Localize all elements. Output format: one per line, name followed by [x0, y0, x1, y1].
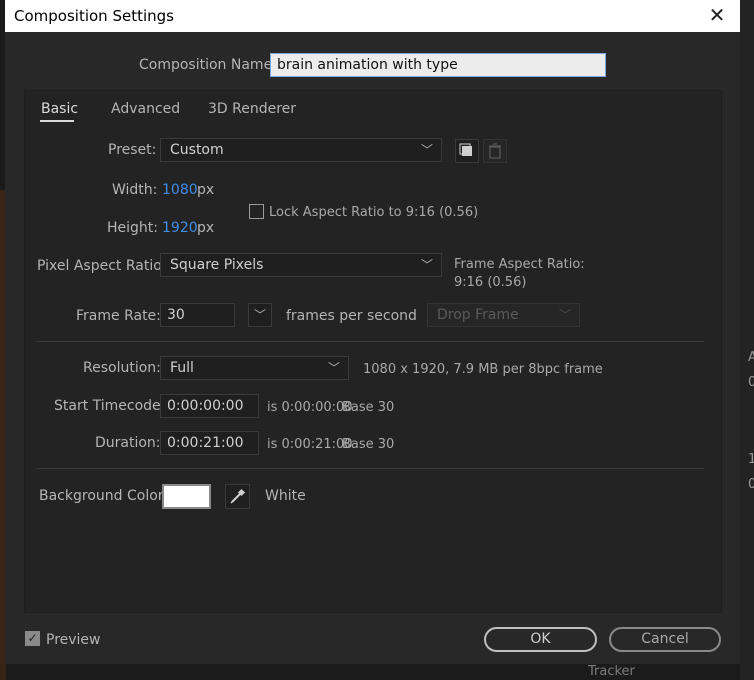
duration-label: Duration: [95, 435, 161, 451]
height-label: Height: [107, 220, 158, 236]
chevron-down-icon: ﹀ [253, 308, 266, 322]
resolution-info: 1080 x 1920, 7.9 MB per 8bpc frame [363, 362, 603, 377]
drop-frame-value: Drop Frame [437, 307, 519, 323]
background-app-label: 0 [748, 477, 754, 492]
preset-dropdown[interactable]: Custom ﹀ [160, 138, 442, 162]
composition-name-input[interactable]: brain animation with type [270, 53, 606, 77]
pixel-aspect-value: Square Pixels [170, 257, 264, 273]
chevron-down-icon: ﹀ [420, 258, 433, 272]
frame-rate-presets-button[interactable]: ﹀ [248, 303, 272, 327]
background-app-label: 0 [748, 375, 754, 390]
width-value[interactable]: 1080 [162, 182, 198, 198]
width-unit: px [197, 182, 215, 198]
frame-rate-input[interactable]: 30 [160, 303, 235, 327]
background-color-name: White [265, 488, 306, 504]
preview-checkbox[interactable]: ✓ [25, 631, 40, 646]
tab-3d-renderer[interactable]: 3D Renderer [208, 101, 296, 117]
frame-aspect-label: Frame Aspect Ratio: [454, 257, 585, 272]
pixel-aspect-dropdown[interactable]: Square Pixels ﹀ [160, 253, 442, 277]
chevron-down-icon: ﹀ [558, 308, 571, 322]
ok-button[interactable]: OK [484, 627, 597, 652]
active-tab-indicator [40, 120, 74, 122]
delete-preset-button[interactable] [483, 139, 507, 163]
width-label: Width: [112, 182, 158, 198]
duration-input[interactable]: 0:00:21:00 [160, 431, 259, 455]
background-tracker-label: Tracker [588, 664, 635, 679]
start-timecode-base: Base 30 [342, 400, 395, 415]
close-icon[interactable]: ✕ [706, 4, 728, 26]
lock-aspect-checkbox[interactable] [249, 204, 264, 219]
frame-rate-label: Frame Rate: [76, 308, 161, 324]
background-color-label: Background Color: [39, 488, 168, 504]
start-timecode-label: Start Timecode: [54, 398, 166, 414]
divider [36, 468, 704, 469]
composition-settings-dialog: Composition Settings ✕ Composition Name:… [5, 0, 740, 664]
duration-is: is 0:00:21:00 [267, 437, 353, 452]
preset-value: Custom [170, 142, 224, 158]
divider [36, 341, 704, 342]
settings-panel [24, 90, 722, 613]
chevron-down-icon: ﹀ [420, 143, 433, 157]
height-value[interactable]: 1920 [162, 220, 198, 236]
frame-aspect-value: 9:16 (0.56) [454, 275, 527, 290]
background-app-label: A [748, 350, 754, 365]
tab-advanced[interactable]: Advanced [111, 101, 180, 117]
background-color-swatch[interactable] [162, 484, 211, 509]
composition-name-label: Composition Name: [139, 57, 277, 73]
height-unit: px [197, 220, 215, 236]
cancel-button[interactable]: Cancel [609, 627, 721, 652]
lock-aspect-label: Lock Aspect Ratio to 9:16 (0.56) [269, 205, 479, 220]
drop-frame-dropdown[interactable]: Drop Frame ﹀ [427, 303, 580, 327]
window-title: Composition Settings [14, 7, 174, 25]
chevron-down-icon: ﹀ [327, 361, 340, 375]
start-timecode-is: is 0:00:00:00 [267, 400, 353, 415]
pixel-aspect-label: Pixel Aspect Ratio: [37, 258, 167, 274]
resolution-dropdown[interactable]: Full ﹀ [160, 356, 349, 380]
start-timecode-input[interactable]: 0:00:00:00 [160, 394, 259, 418]
duration-base: Base 30 [342, 437, 395, 452]
title-bar: Composition Settings ✕ [5, 0, 740, 32]
save-preset-icon [459, 143, 472, 156]
eyedropper-button[interactable] [225, 484, 250, 509]
save-preset-button[interactable] [455, 139, 479, 163]
tab-basic[interactable]: Basic [41, 101, 78, 117]
frame-rate-unit: frames per second [286, 308, 417, 324]
eyedropper-icon [230, 488, 246, 504]
resolution-value: Full [170, 360, 194, 376]
background-app-panel: A 0 1 0 [740, 0, 754, 680]
trash-icon [489, 143, 501, 159]
background-app-label: 1 [748, 452, 754, 467]
preview-label: Preview [46, 632, 101, 648]
preset-label: Preset: [108, 142, 157, 158]
resolution-label: Resolution: [83, 360, 161, 376]
